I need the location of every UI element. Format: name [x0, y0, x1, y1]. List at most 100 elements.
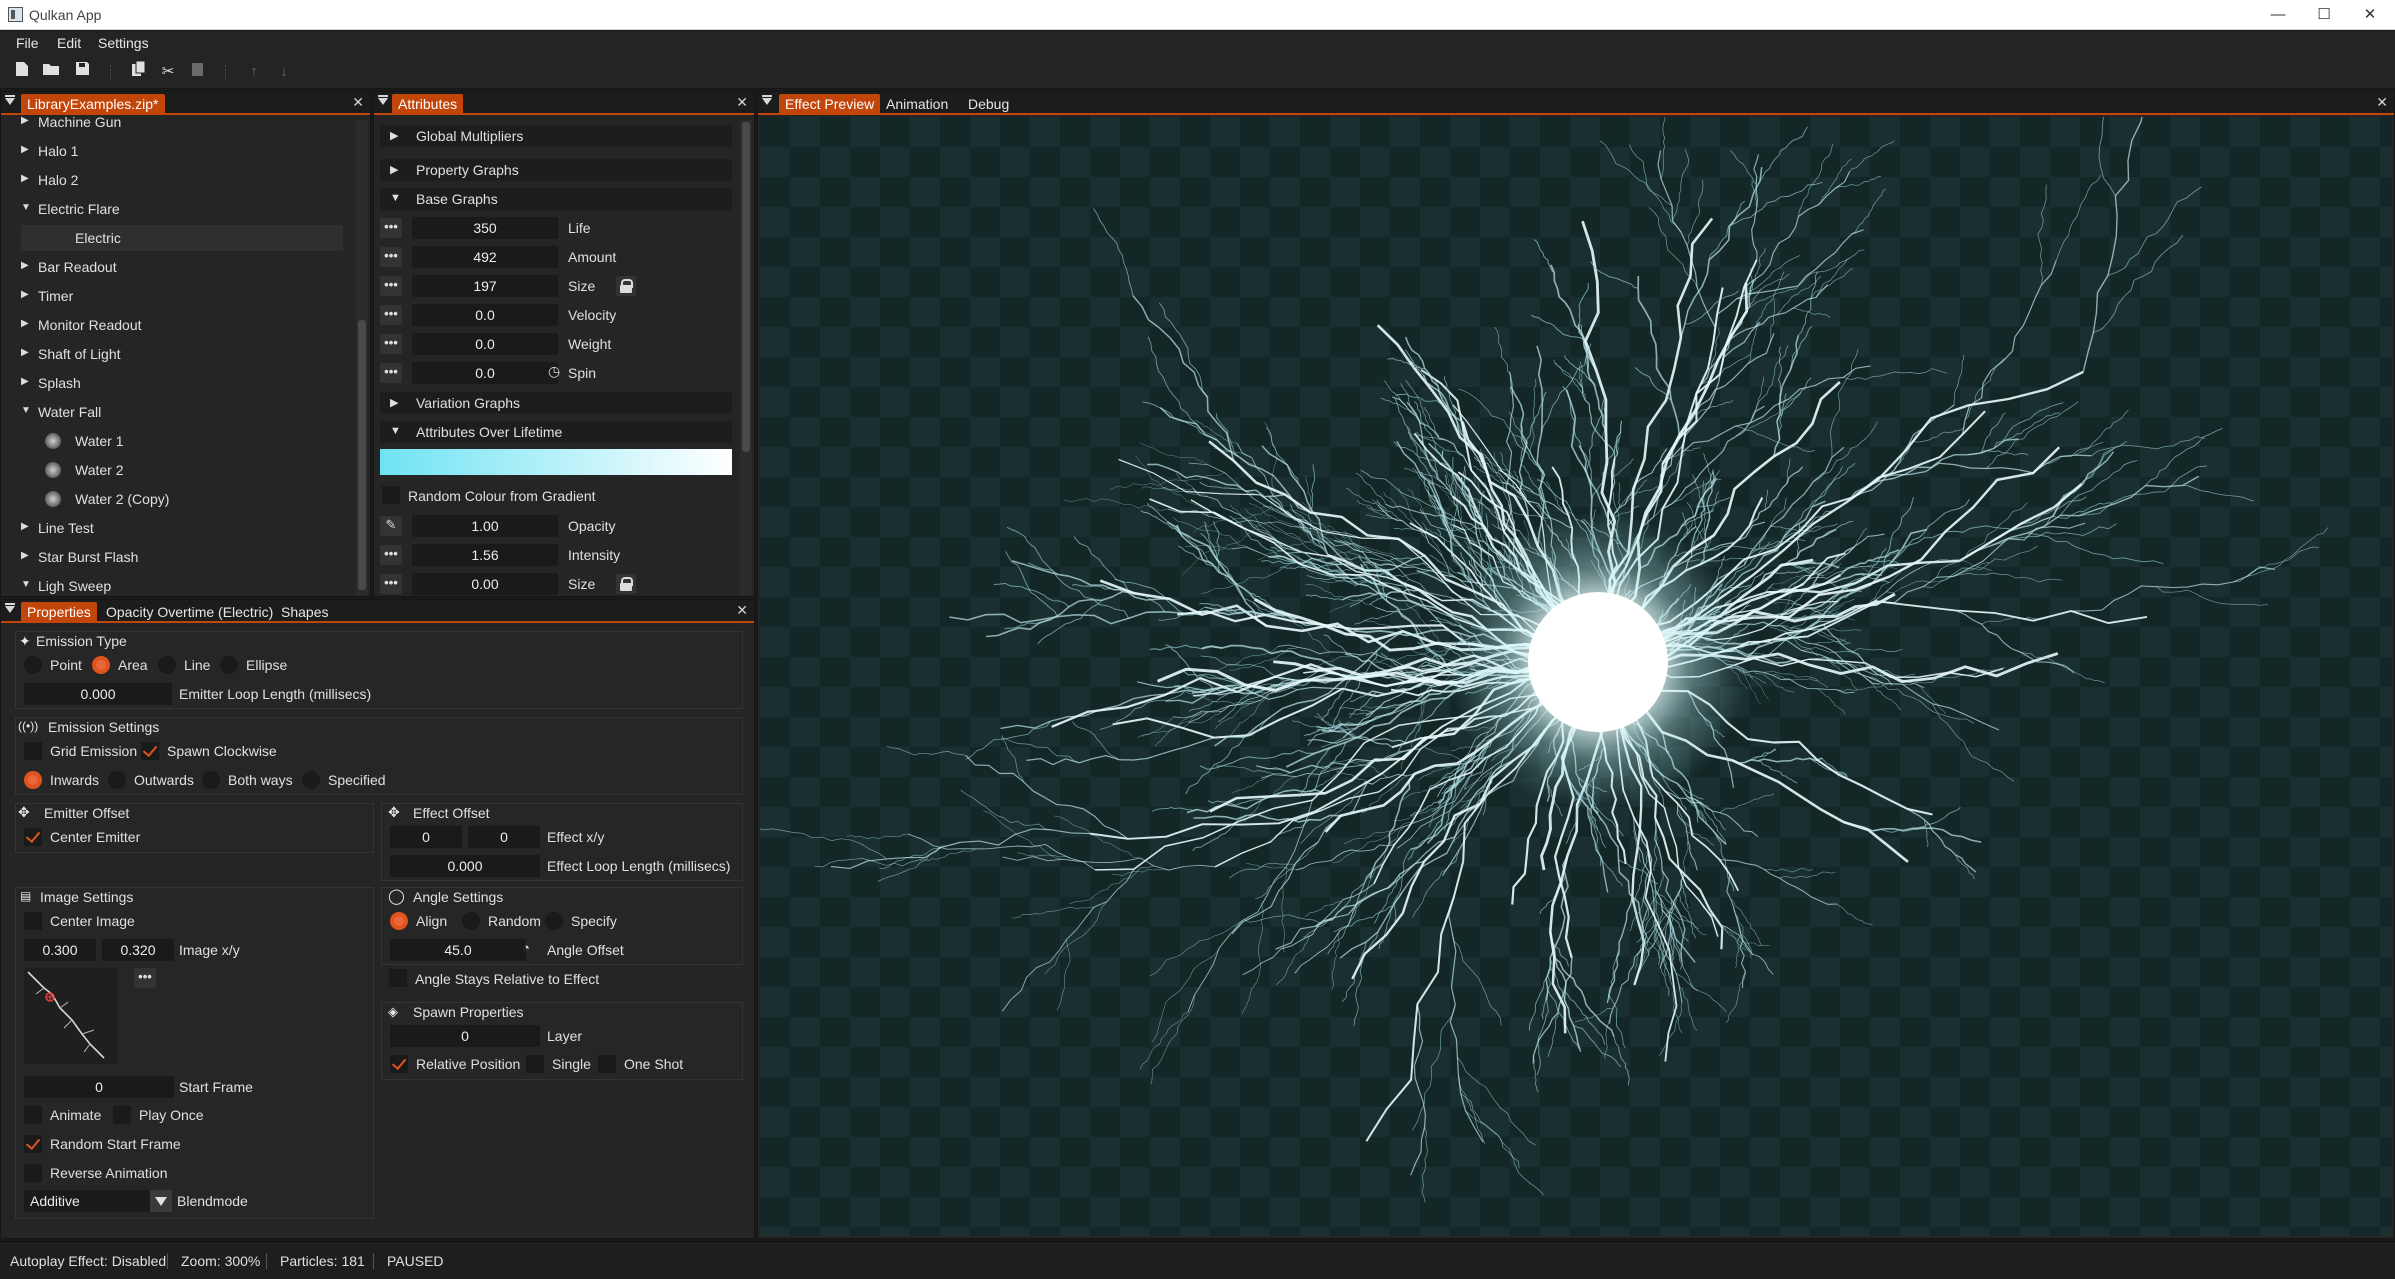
- blendmode-select[interactable]: Additive: [24, 1190, 150, 1212]
- menu-settings[interactable]: Settings: [98, 35, 149, 51]
- collapsed-arrow-icon[interactable]: ▶: [21, 376, 29, 387]
- emitter-loop-length-input[interactable]: 0.000: [24, 683, 172, 705]
- effect-preview-canvas[interactable]: [760, 117, 2392, 1236]
- graph-options-button[interactable]: •••: [380, 218, 402, 238]
- library-item[interactable]: ▼ Electric Flare: [1, 196, 343, 222]
- save-icon[interactable]: [71, 61, 93, 83]
- image-options-button[interactable]: •••: [134, 968, 156, 988]
- angle-offset-input[interactable]: 45.0: [390, 939, 526, 961]
- attribute-value-input[interactable]: 1.00: [412, 515, 558, 537]
- library-item[interactable]: ▶ Timer: [1, 283, 343, 309]
- animate-checkbox[interactable]: [24, 1106, 42, 1124]
- close-properties-icon[interactable]: ✕: [736, 602, 748, 619]
- minimize-button[interactable]: —: [2256, 0, 2300, 30]
- tab-properties[interactable]: Properties: [21, 602, 97, 622]
- effect-y-input[interactable]: 0: [468, 826, 540, 848]
- collapsed-arrow-icon[interactable]: ▶: [21, 289, 29, 300]
- radio-specify[interactable]: [545, 912, 563, 930]
- attribute-value-input[interactable]: 0.0: [412, 304, 558, 326]
- graph-options-button[interactable]: •••: [380, 334, 402, 354]
- random-colour-checkbox[interactable]: [382, 486, 400, 504]
- library-scrollbar[interactable]: [356, 120, 368, 596]
- radio-point[interactable]: [24, 656, 42, 674]
- one-shot-checkbox[interactable]: [598, 1055, 616, 1073]
- center-image-checkbox[interactable]: [24, 912, 42, 930]
- section-base-graphs[interactable]: ▼ Base Graphs: [380, 188, 732, 210]
- expanded-arrow-icon[interactable]: ▼: [21, 405, 31, 416]
- section-attributes-over-lifetime[interactable]: ▼ Attributes Over Lifetime: [380, 421, 732, 443]
- scrollbar-thumb[interactable]: [358, 320, 366, 590]
- library-item[interactable]: ▶ Shaft of Light: [1, 341, 343, 367]
- radio-area[interactable]: [92, 656, 110, 674]
- random-start-frame-checkbox[interactable]: [24, 1135, 42, 1153]
- menu-edit[interactable]: Edit: [57, 35, 81, 51]
- attribute-value-input[interactable]: 492: [412, 246, 558, 268]
- tab-debug[interactable]: Debug: [962, 94, 1015, 114]
- tab-animation[interactable]: Animation: [880, 94, 954, 114]
- expanded-arrow-icon[interactable]: ▼: [21, 202, 31, 213]
- library-item[interactable]: ▶ Line Test: [1, 515, 343, 541]
- library-item[interactable]: ▶ Halo 2: [1, 167, 343, 193]
- attribute-value-input[interactable]: 0.00: [412, 573, 558, 595]
- radio-specified[interactable]: [302, 771, 320, 789]
- panel-menu-icon[interactable]: [5, 603, 15, 613]
- grid-emission-checkbox[interactable]: [24, 742, 42, 760]
- section-property-graphs[interactable]: ▶ Property Graphs: [380, 159, 732, 181]
- maximize-button[interactable]: ☐: [2302, 0, 2346, 30]
- scrollbar-thumb[interactable]: [742, 122, 750, 452]
- tab-effect-preview[interactable]: Effect Preview: [779, 94, 881, 114]
- panel-menu-icon[interactable]: [378, 95, 388, 105]
- tab-attributes[interactable]: Attributes: [392, 94, 464, 114]
- image-thumbnail[interactable]: [24, 968, 118, 1064]
- library-item[interactable]: ▼ Ligh Sweep: [1, 573, 343, 596]
- center-emitter-checkbox[interactable]: [24, 828, 42, 846]
- single-checkbox[interactable]: [526, 1055, 544, 1073]
- library-item[interactable]: ▶ Halo 1: [1, 138, 343, 164]
- cut-icon[interactable]: ✂: [157, 61, 179, 83]
- radio-inwards[interactable]: [24, 771, 42, 789]
- tab-shapes[interactable]: Shapes: [275, 602, 334, 622]
- lock-icon[interactable]: [616, 574, 636, 594]
- collapsed-arrow-icon[interactable]: ▶: [21, 318, 29, 329]
- open-folder-icon[interactable]: [40, 61, 62, 83]
- close-attributes-icon[interactable]: ✕: [736, 94, 748, 111]
- colour-gradient-bar[interactable]: [380, 449, 732, 475]
- attribute-value-input[interactable]: 0.0: [412, 333, 558, 355]
- angle-relative-checkbox[interactable]: [389, 969, 407, 987]
- graph-options-button[interactable]: •••: [380, 247, 402, 267]
- library-item[interactable]: ▶ Monitor Readout: [1, 312, 343, 338]
- library-item[interactable]: Electric: [21, 225, 343, 251]
- image-x-input[interactable]: 0.300: [24, 939, 96, 961]
- lock-icon[interactable]: [616, 276, 636, 296]
- graph-options-button[interactable]: •••: [380, 545, 402, 565]
- collapsed-arrow-icon[interactable]: ▶: [21, 521, 29, 532]
- radio-align[interactable]: [390, 912, 408, 930]
- radio-random[interactable]: [462, 912, 480, 930]
- collapsed-arrow-icon[interactable]: ▶: [21, 550, 29, 561]
- graph-options-button[interactable]: •••: [380, 363, 402, 383]
- attribute-value-input[interactable]: 350: [412, 217, 558, 239]
- menu-file[interactable]: File: [16, 35, 39, 51]
- effect-loop-length-input[interactable]: 0.000: [390, 855, 540, 877]
- library-item[interactable]: ▼ Water Fall: [1, 399, 343, 425]
- close-preview-icon[interactable]: ✕: [2376, 94, 2388, 111]
- section-variation-graphs[interactable]: ▶ Variation Graphs: [380, 392, 732, 414]
- radio-line[interactable]: [158, 656, 176, 674]
- close-library-icon[interactable]: ✕: [352, 94, 364, 111]
- attribute-value-input[interactable]: 0.0: [412, 362, 558, 384]
- panel-menu-icon[interactable]: [5, 95, 15, 105]
- graph-options-button[interactable]: •••: [380, 276, 402, 296]
- chevron-down-icon[interactable]: [150, 1190, 172, 1212]
- play-once-checkbox[interactable]: [113, 1106, 131, 1124]
- library-item[interactable]: Water 2: [1, 457, 343, 483]
- close-window-button[interactable]: ✕: [2348, 0, 2392, 30]
- spawn-clockwise-checkbox[interactable]: [141, 742, 159, 760]
- start-frame-input[interactable]: 0: [24, 1076, 174, 1098]
- collapsed-arrow-icon[interactable]: ▶: [21, 115, 29, 126]
- attributes-scrollbar[interactable]: [740, 120, 752, 596]
- collapsed-arrow-icon[interactable]: ▶: [21, 260, 29, 271]
- library-item[interactable]: Water 1: [1, 428, 343, 454]
- collapsed-arrow-icon[interactable]: ▶: [21, 173, 29, 184]
- radio-ellipse[interactable]: [220, 656, 238, 674]
- new-file-icon[interactable]: [11, 61, 33, 83]
